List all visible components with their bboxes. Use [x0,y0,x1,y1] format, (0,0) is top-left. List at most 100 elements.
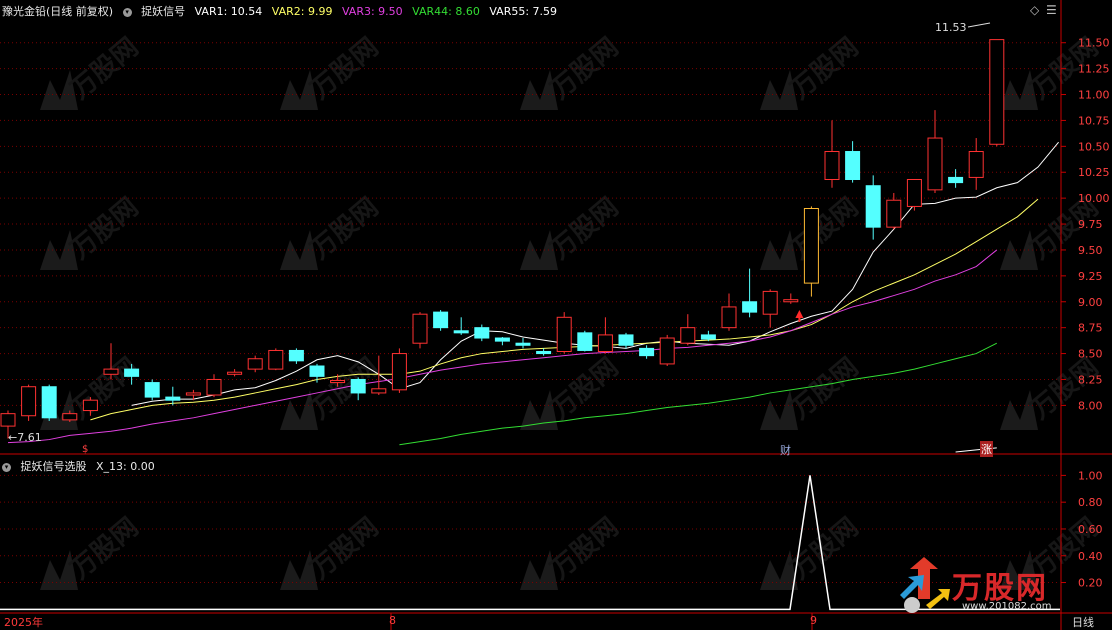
x-label-2025: 2025年 [4,616,43,629]
candle-body[interactable] [227,371,243,375]
candle-body[interactable] [144,382,160,398]
y-tick-label: 10.00 [1078,192,1110,205]
candle-body[interactable] [412,313,428,344]
candle-body[interactable] [927,137,943,191]
candle-body[interactable] [783,299,799,303]
candle-body[interactable] [309,365,325,377]
candle-body[interactable] [989,39,1005,145]
candle-body[interactable] [474,327,490,339]
candle-body[interactable] [865,185,881,228]
y-tick-label: 11.00 [1078,89,1110,102]
candle-body[interactable] [453,330,469,334]
y-tick-label: 9.75 [1078,218,1103,231]
candle-body[interactable] [494,337,510,342]
candle-body[interactable] [680,327,696,344]
candle-body[interactable] [103,368,119,375]
ma-line-var2 [90,198,1039,421]
y-tick-label: 10.50 [1078,140,1110,153]
candle-body[interactable] [371,388,387,394]
brand-url: www.201082.com [962,601,1052,612]
stock-title[interactable]: 豫光金铅(日线 前复权) [2,5,113,18]
brand-arrow-icon [900,557,950,613]
candle-body[interactable] [515,342,531,346]
x-label-sep: 9 [810,614,817,627]
high-price-label: 11.53 [935,21,967,34]
main-header: 豫光金铅(日线 前复权) ▾ 捉妖信号 VAR1: 10.54 VAR2: 9.… [2,2,563,22]
candle-body[interactable] [206,378,222,396]
y-tick-label: 8.50 [1078,348,1103,361]
ma-line-var3 [7,249,998,444]
low-price-label: ←7.61 [8,431,42,444]
candle-body[interactable] [906,178,922,207]
candle-body[interactable] [433,311,449,329]
candle-body[interactable] [762,290,778,315]
x-label-aug: 8 [389,614,396,627]
sub-header: ▾ 捉妖信号选股 X_13: 0.00 [2,457,161,477]
dollar-marker[interactable]: $ [82,444,88,455]
dropdown-icon[interactable]: ▾ [2,462,11,472]
var3-label: VAR3: 9.50 [341,5,403,18]
candle-body[interactable] [721,306,737,329]
candle-body[interactable] [803,208,819,284]
brand-logo: 万股网 www.201082.com [890,555,1090,615]
candle-body[interactable] [268,349,284,370]
candle-body[interactable] [968,151,984,178]
var2-label: VAR2: 9.99 [271,5,333,18]
high-pointer [967,22,991,28]
sub-indicator-name[interactable]: 捉妖信号选股 [21,460,87,473]
candle-body[interactable] [0,413,16,427]
var1-label: VAR1: 10.54 [194,5,263,18]
var55-label: VAR55: 7.59 [489,5,558,18]
candle-body[interactable] [824,151,840,180]
candle-body[interactable] [845,151,861,180]
candle-body[interactable] [556,316,572,352]
ma-line-var44 [399,342,998,446]
y-tick-label: 8.75 [1078,322,1103,335]
candle-body[interactable] [948,176,964,184]
y-tick-label: 11.50 [1078,37,1110,50]
candle-body[interactable] [577,332,593,351]
candle-body[interactable] [165,396,181,401]
candle-body[interactable] [21,386,37,417]
candle-body[interactable] [391,353,407,391]
finance-marker[interactable]: 财 [780,442,791,458]
candle-body[interactable] [247,358,263,370]
candle-body[interactable] [350,378,366,394]
candle-body[interactable] [536,350,552,355]
y-tick-label: 9.50 [1078,244,1103,257]
y-tick-label: 0.60 [1078,523,1103,536]
y-tick-label: 10.75 [1078,114,1110,127]
chart-canvas[interactable]: 8.00 8.25 8.50 8.75 9.00 9.25 9.50 9.75 10.00 10.… [0,0,1112,630]
var44-label: VAR44: 8.60 [412,5,480,18]
candle-body[interactable] [185,392,201,396]
candle-body[interactable] [742,301,758,313]
candle-body[interactable] [886,199,902,228]
dropdown-icon[interactable]: ▾ [122,7,132,17]
low-price-value: 7.61 [17,431,42,444]
y-tick-label: 9.25 [1078,270,1103,283]
candle-body[interactable] [618,334,634,346]
y-tick-label: 0.80 [1078,496,1103,509]
candle-body[interactable] [597,334,613,352]
y-tick-label: 10.25 [1078,166,1110,179]
rise-marker[interactable]: 涨 [980,441,993,457]
y-tick-label: 8.25 [1078,373,1103,386]
y-tick-label: 11.25 [1078,63,1110,76]
y-tick-label: 9.00 [1078,296,1103,309]
indicator-name[interactable]: 捉妖信号 [141,5,185,18]
x13-label: X_13: 0.00 [96,460,155,473]
candle-body[interactable] [330,380,346,384]
candle-body[interactable] [700,334,716,340]
period-label[interactable]: 日线 [1072,614,1094,630]
candle-body[interactable] [82,399,98,412]
candle-body[interactable] [288,349,304,362]
diamond-icon[interactable]: ◇ [1030,3,1039,17]
candle-body[interactable] [659,337,675,365]
y-tick-label: 1.00 [1078,469,1103,482]
candle-body[interactable] [41,386,57,419]
candle-body[interactable] [639,347,655,357]
menu-icon[interactable]: ☰ [1046,3,1057,17]
y-tick-label: 8.00 [1078,399,1103,412]
candle-body[interactable] [62,413,78,421]
candle-body[interactable] [124,368,140,377]
